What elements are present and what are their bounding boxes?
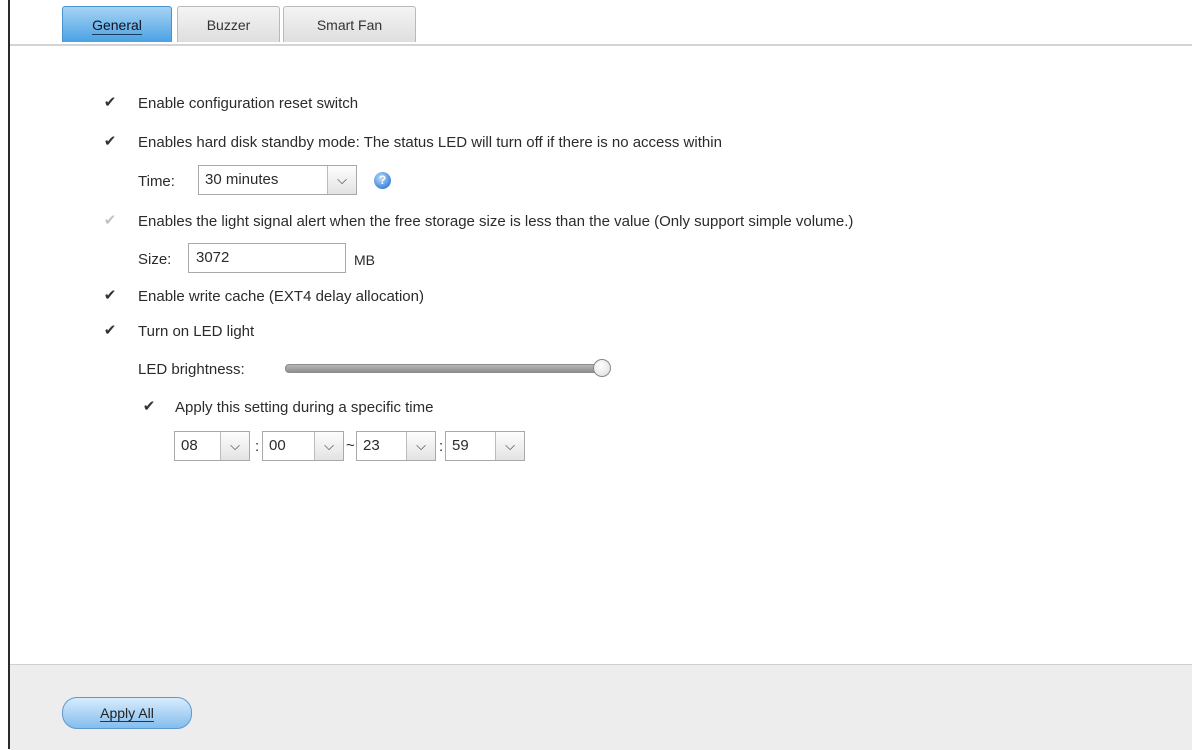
end-hour-select[interactable]: 23 ⌵ xyxy=(356,431,436,461)
size-unit: MB xyxy=(354,252,375,268)
time-colon: : xyxy=(255,438,260,455)
reset-switch-checkbox[interactable]: ✔ xyxy=(101,94,119,112)
tab-buzzer[interactable]: Buzzer xyxy=(177,6,280,42)
tab-general[interactable]: General xyxy=(62,6,172,42)
tab-smart-fan-label: Smart Fan xyxy=(316,17,383,33)
apply-all-label: Apply All xyxy=(100,705,154,722)
led-brightness-handle[interactable] xyxy=(593,359,611,377)
led-light-label: Turn on LED light xyxy=(138,323,255,340)
storage-alert-label: Enables the light signal alert when the … xyxy=(138,213,854,230)
tab-general-label: General xyxy=(92,17,142,35)
chevron-down-icon: ⌵ xyxy=(495,432,524,460)
end-minute-select[interactable]: 59 ⌵ xyxy=(445,431,525,461)
size-label: Size: xyxy=(138,251,172,268)
start-minute-select[interactable]: 00 ⌵ xyxy=(262,431,344,461)
standby-time-select[interactable]: 30 minutes ⌵ xyxy=(198,165,357,195)
led-brightness-slider[interactable] xyxy=(285,364,603,373)
time-colon: : xyxy=(439,438,444,455)
chevron-down-icon: ⌵ xyxy=(220,432,249,460)
start-minute-value: 00 xyxy=(269,437,286,454)
write-cache-checkbox[interactable]: ✔ xyxy=(101,287,119,305)
hdd-standby-checkbox[interactable]: ✔ xyxy=(101,133,119,151)
tab-smart-fan[interactable]: Smart Fan xyxy=(283,6,416,42)
standby-time-value: 30 minutes xyxy=(205,171,279,188)
footer-bar: Apply All xyxy=(10,664,1192,750)
chevron-down-icon: ⌵ xyxy=(406,432,435,460)
reset-switch-label: Enable configuration reset switch xyxy=(138,95,359,112)
schedule-label: Apply this setting during a specific tim… xyxy=(175,399,434,416)
start-hour-value: 08 xyxy=(181,437,198,454)
hdd-standby-label: Enables hard disk standby mode: The stat… xyxy=(138,134,722,151)
write-cache-label: Enable write cache (EXT4 delay allocatio… xyxy=(138,288,424,305)
schedule-checkbox[interactable]: ✔ xyxy=(140,398,158,416)
settings-panel: General Buzzer Smart Fan ✔ Enable config… xyxy=(8,0,1192,750)
start-hour-select[interactable]: 08 ⌵ xyxy=(174,431,250,461)
help-icon[interactable]: ? xyxy=(374,172,391,189)
end-hour-value: 23 xyxy=(363,437,380,454)
end-minute-value: 59 xyxy=(452,437,469,454)
storage-alert-checkbox: ✔ xyxy=(103,212,117,229)
tab-bar: General Buzzer Smart Fan xyxy=(10,0,1192,46)
chevron-down-icon: ⌵ xyxy=(314,432,343,460)
tab-buzzer-label: Buzzer xyxy=(206,17,251,33)
chevron-down-icon: ⌵ xyxy=(327,166,356,194)
range-separator: ~ xyxy=(346,437,355,454)
time-label: Time: xyxy=(138,173,175,190)
apply-all-button[interactable]: Apply All xyxy=(62,697,192,729)
size-input[interactable]: 3072 xyxy=(188,243,346,273)
led-brightness-label: LED brightness: xyxy=(138,361,245,378)
led-light-checkbox[interactable]: ✔ xyxy=(101,322,119,340)
